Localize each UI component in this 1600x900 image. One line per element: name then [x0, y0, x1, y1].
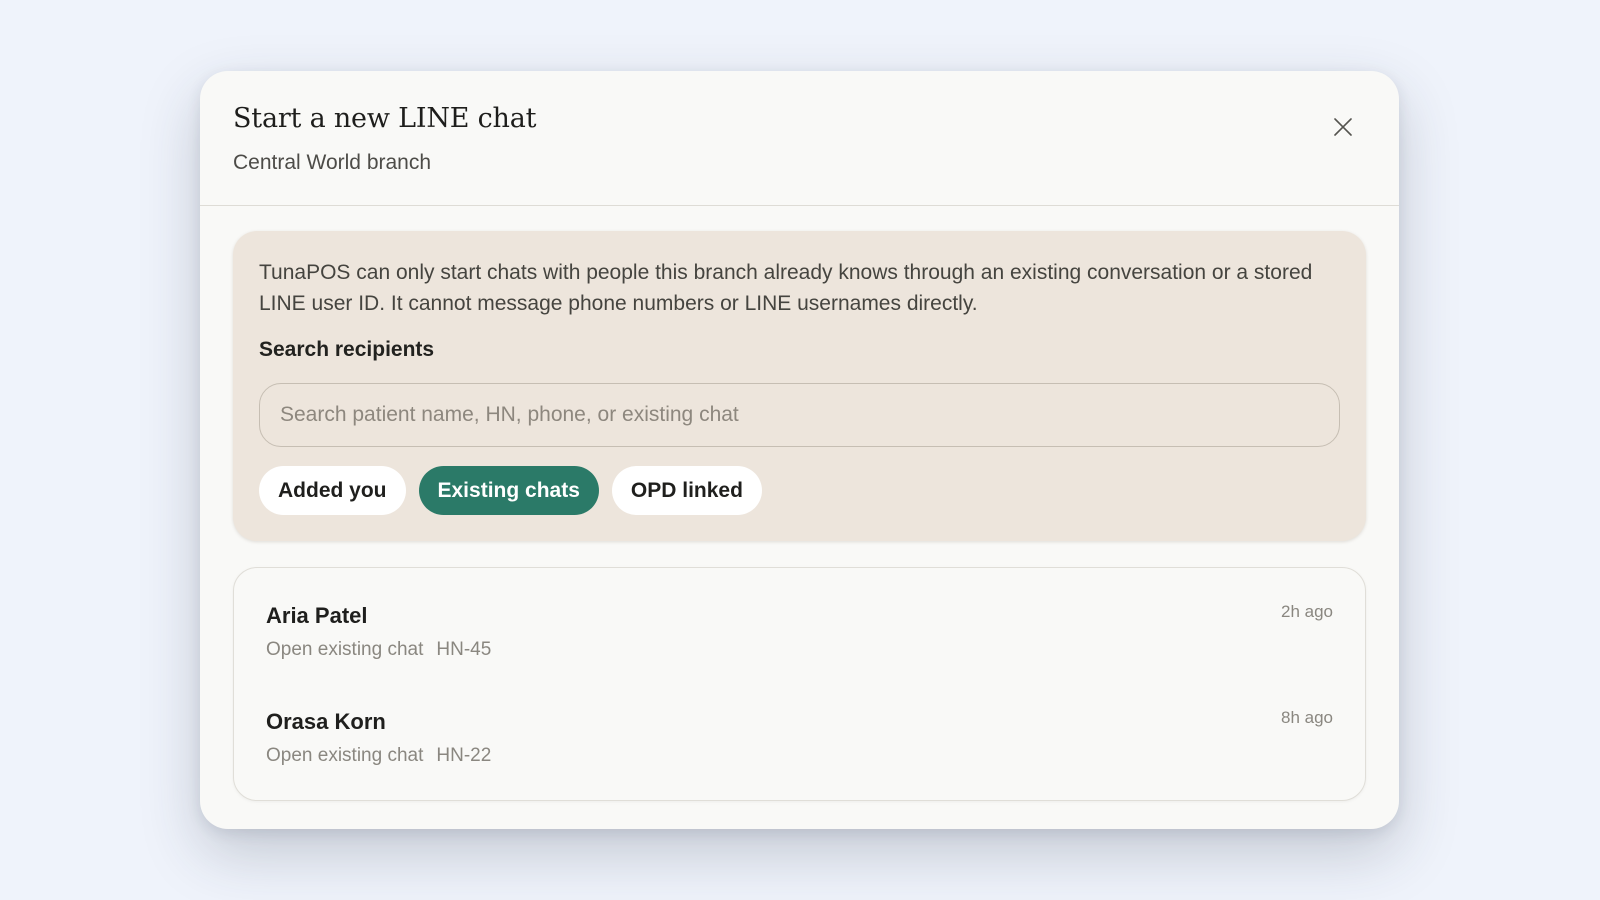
recipient-time: 2h ago: [1281, 602, 1333, 621]
list-item[interactable]: Orasa Korn Open existing chat HN-22 8h a…: [234, 684, 1365, 790]
list-item[interactable]: Aria Patel Open existing chat HN-45 2h a…: [234, 578, 1365, 684]
dialog-title: Start a new LINE chat: [233, 103, 537, 134]
search-input[interactable]: [259, 383, 1340, 447]
recipient-name: Orasa Korn: [266, 709, 386, 734]
filter-opd-linked[interactable]: OPD linked: [611, 466, 762, 515]
dialog-subtitle: Central World branch: [233, 151, 432, 174]
new-chat-dialog: Start a new LINE chat Central World bran…: [200, 71, 1399, 829]
close-button[interactable]: [1327, 111, 1359, 143]
filter-added-you[interactable]: Added you: [259, 466, 406, 515]
recipient-meta: Open existing chat HN-22: [266, 745, 491, 767]
info-notice: TunaPOS can only start chats with people…: [259, 261, 1313, 315]
recipient-hn: HN-22: [436, 745, 492, 766]
recipient-action: Open existing chat: [266, 745, 424, 766]
recipient-name: Aria Patel: [266, 603, 368, 628]
filter-chips: Added you Existing chats OPD linked: [259, 466, 762, 515]
close-icon: [1334, 118, 1352, 136]
search-label: Search recipients: [259, 338, 435, 361]
recipient-list: Aria Patel Open existing chat HN-45 2h a…: [233, 567, 1366, 801]
dialog-header: Start a new LINE chat Central World bran…: [200, 71, 1399, 206]
recipient-hn: HN-45: [436, 639, 492, 660]
recipient-meta: Open existing chat HN-45: [266, 639, 491, 661]
recipient-action: Open existing chat: [266, 639, 424, 660]
recipient-search-panel: TunaPOS can only start chats with people…: [233, 231, 1366, 541]
filter-existing-chats[interactable]: Existing chats: [418, 466, 599, 515]
recipient-time: 8h ago: [1281, 708, 1333, 727]
